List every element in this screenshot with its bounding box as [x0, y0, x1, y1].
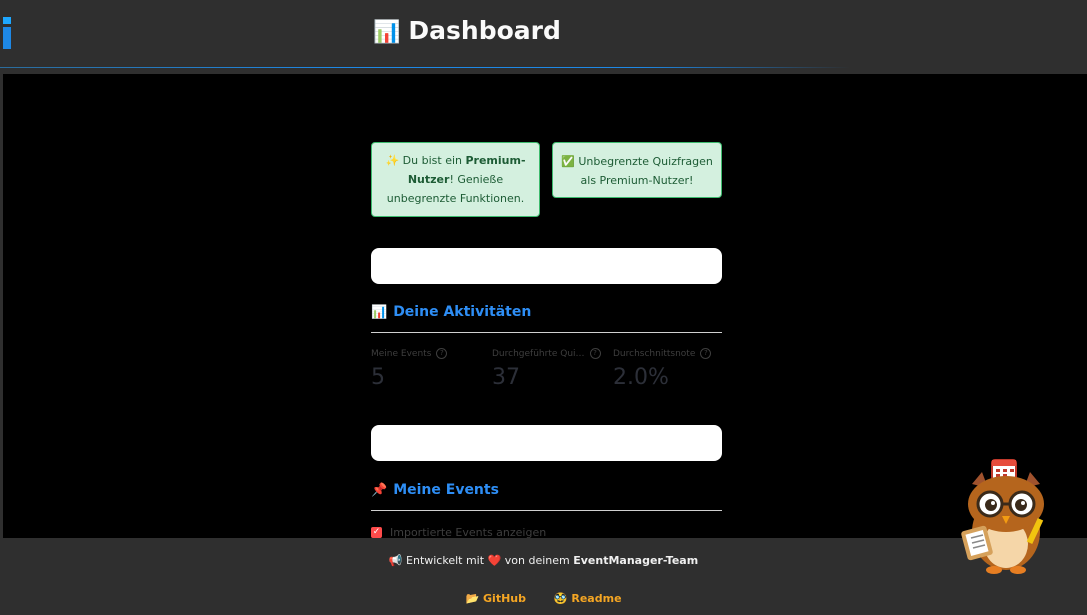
chart-icon: 📊 [371, 305, 388, 320]
readme-link[interactable]: 🥸 Readme [554, 592, 622, 605]
logo-dot [3, 17, 11, 24]
github-link-label: GitHub [483, 592, 526, 605]
sparkles-icon: ✨ [385, 154, 400, 167]
check-icon: ✅ [561, 155, 575, 168]
credit-prefix: Entwickelt mit [406, 554, 485, 567]
app-header: 📊 Dashboard [0, 0, 1087, 68]
checkbox-label: Importierte Events anzeigen [390, 526, 547, 538]
folder-icon: 📂 [465, 592, 480, 605]
metric-label: Meine Events [371, 348, 432, 359]
megaphone-icon: 📢 [388, 554, 403, 567]
readme-link-label: Readme [571, 592, 622, 605]
github-link[interactable]: 📂 GitHub [465, 592, 529, 605]
premium-notice: ✨ Du bist ein Premium-Nutzer! Genieße un… [371, 142, 540, 217]
page-title-text: Dashboard [408, 16, 561, 45]
page-title: 📊 Dashboard [373, 16, 561, 45]
main-content: ✨ Du bist ein Premium-Nutzer! Genieße un… [3, 74, 1087, 538]
checkbox-checked-icon[interactable]: ✓ [371, 527, 382, 538]
events-heading: 📌 Meine Events [371, 482, 499, 498]
logo-bar [3, 27, 11, 49]
pushpin-icon: 📌 [371, 483, 388, 498]
help-icon[interactable]: ? [700, 348, 712, 359]
footer-links: 📂 GitHub 🥸 Readme [0, 592, 1087, 605]
events-divider [371, 510, 722, 511]
metric-events: Meine Events ? 5 [371, 348, 481, 390]
owl-mascot-icon[interactable] [958, 458, 1054, 578]
metric-value: 37 [492, 365, 520, 390]
metric-quizzes: Durchgeführte Qui… ? 37 [492, 348, 602, 390]
premium-notice-prefix: Du bist ein [402, 154, 466, 167]
metric-label: Durchgeführte Qui… [492, 348, 585, 359]
metric-value: 5 [371, 365, 385, 390]
help-icon[interactable]: ? [436, 348, 448, 359]
metric-average-grade: Durchschnittsnote ? 2.0% [613, 348, 723, 390]
activities-heading-text: Deine Aktivitäten [393, 304, 532, 320]
credit-middle: von deinem [504, 554, 570, 567]
events-banner [371, 425, 722, 461]
metric-value: 2.0% [613, 365, 669, 390]
activities-divider [371, 332, 722, 333]
footer-credit: 📢 Entwickelt mit ❤️ von deinem EventMana… [0, 554, 1087, 567]
activities-heading: 📊 Deine Aktivitäten [371, 304, 531, 320]
events-heading-text: Meine Events [393, 482, 499, 498]
quiz-notice: ✅ Unbegrenzte Quizfragen als Premium-Nut… [552, 142, 722, 198]
activities-banner [371, 248, 722, 284]
imported-events-toggle[interactable]: ✓ Importierte Events anzeigen [371, 526, 546, 538]
heart-icon: ❤️ [487, 554, 502, 567]
credit-team: EventManager-Team [573, 554, 699, 567]
metric-label: Durchschnittsnote [613, 348, 696, 359]
disguise-icon: 🥸 [553, 592, 568, 605]
header-divider [0, 67, 850, 68]
help-icon[interactable]: ? [589, 348, 601, 359]
quiz-notice-text: Unbegrenzte Quizfragen als Premium-Nutze… [578, 155, 713, 187]
chart-icon: 📊 [373, 20, 401, 45]
